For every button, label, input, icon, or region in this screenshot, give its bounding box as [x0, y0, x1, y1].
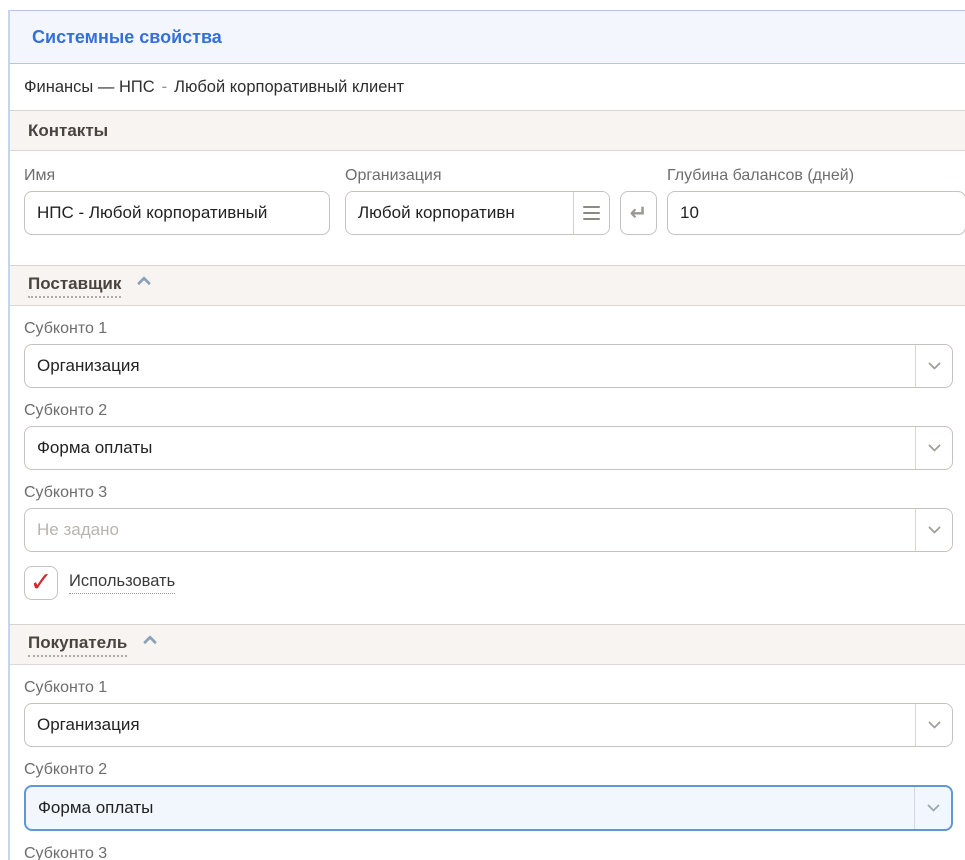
buyer-subkonto1-select[interactable]: Организация: [24, 703, 953, 747]
chevron-down-icon: [928, 357, 941, 370]
breadcrumb-separator: -: [162, 78, 168, 97]
buyer-subkonto1-value: Организация: [25, 715, 915, 735]
use-checkbox-label[interactable]: Использовать: [69, 572, 175, 594]
section-header-supplier: Поставщик: [10, 265, 965, 306]
supplier-subkonto3-select[interactable]: Не задано: [24, 508, 953, 552]
supplier-subkonto2-label: Субконто 2: [24, 402, 965, 420]
organization-input[interactable]: [346, 192, 573, 234]
name-label: Имя: [24, 167, 330, 185]
buyer-subkonto2-label: Субконто 2: [24, 761, 965, 779]
organization-list-button[interactable]: [573, 192, 609, 234]
contacts-content: Имя Организация ↵: [10, 151, 965, 265]
use-checkbox[interactable]: ✓: [24, 566, 58, 600]
supplier-subkonto3-placeholder: Не задано: [25, 520, 915, 540]
dropdown-segment[interactable]: [914, 787, 951, 829]
chevron-down-icon: [928, 439, 941, 452]
chevron-down-icon: [928, 521, 941, 534]
page-title: Системные свойства: [32, 27, 222, 48]
supplier-subkonto3-label: Субконто 3: [24, 484, 965, 502]
chevron-down-icon: [928, 716, 941, 729]
system-properties-panel: Системные свойства Финансы — НПС - Любой…: [8, 10, 965, 860]
section-title-supplier[interactable]: Поставщик: [28, 274, 121, 298]
dropdown-segment[interactable]: [915, 704, 952, 746]
supplier-subkonto2-select[interactable]: Форма оплаты: [24, 426, 953, 470]
supplier-subkonto1-select[interactable]: Организация: [24, 344, 953, 388]
supplier-subkonto1-value: Организация: [25, 356, 915, 376]
dropdown-segment[interactable]: [915, 427, 952, 469]
use-checkbox-row: ✓ Использовать: [24, 566, 965, 600]
supplier-subkonto1-label: Субконто 1: [24, 320, 965, 338]
field-organization: Организация ↵: [345, 167, 657, 235]
buyer-subkonto1-label: Субконто 1: [24, 679, 965, 697]
chevron-up-icon[interactable]: [143, 635, 157, 649]
name-input[interactable]: [24, 191, 330, 235]
organization-enter-button[interactable]: ↵: [620, 191, 657, 235]
field-balance-depth: Глубина балансов (дней): [667, 167, 965, 235]
dropdown-segment[interactable]: [915, 345, 952, 387]
breadcrumb-part1: Финансы — НПС: [24, 78, 155, 97]
breadcrumb-part2: Любой корпоративный клиент: [174, 78, 404, 97]
buyer-content: Субконто 1 Организация Субконто 2 Форма …: [10, 679, 965, 860]
balance-depth-input[interactable]: [667, 191, 965, 235]
chevron-down-icon: [927, 799, 940, 812]
panel-header: Системные свойства: [10, 10, 965, 64]
balance-depth-label: Глубина балансов (дней): [667, 167, 965, 185]
enter-icon: ↵: [630, 201, 648, 225]
section-title-contacts: Контакты: [28, 121, 108, 141]
breadcrumb: Финансы — НПС - Любой корпоративный клие…: [10, 64, 965, 110]
buyer-subkonto3-label: Субконто 3: [24, 845, 965, 860]
organization-label: Организация: [345, 167, 657, 185]
buyer-subkonto2-value: Форма оплаты: [26, 798, 914, 818]
buyer-subkonto2-select[interactable]: Форма оплаты: [24, 785, 953, 831]
supplier-content: Субконто 1 Организация Субконто 2 Форма …: [10, 320, 965, 600]
checkmark-icon: ✓: [30, 569, 53, 596]
section-header-buyer: Покупатель: [10, 624, 965, 665]
section-title-buyer[interactable]: Покупатель: [28, 633, 127, 657]
organization-input-group: [345, 191, 610, 235]
chevron-up-icon[interactable]: [137, 276, 151, 290]
dropdown-segment[interactable]: [915, 509, 952, 551]
section-header-contacts: Контакты: [10, 110, 965, 151]
supplier-subkonto2-value: Форма оплаты: [25, 438, 915, 458]
field-name: Имя: [24, 167, 330, 235]
menu-icon: [583, 206, 600, 209]
